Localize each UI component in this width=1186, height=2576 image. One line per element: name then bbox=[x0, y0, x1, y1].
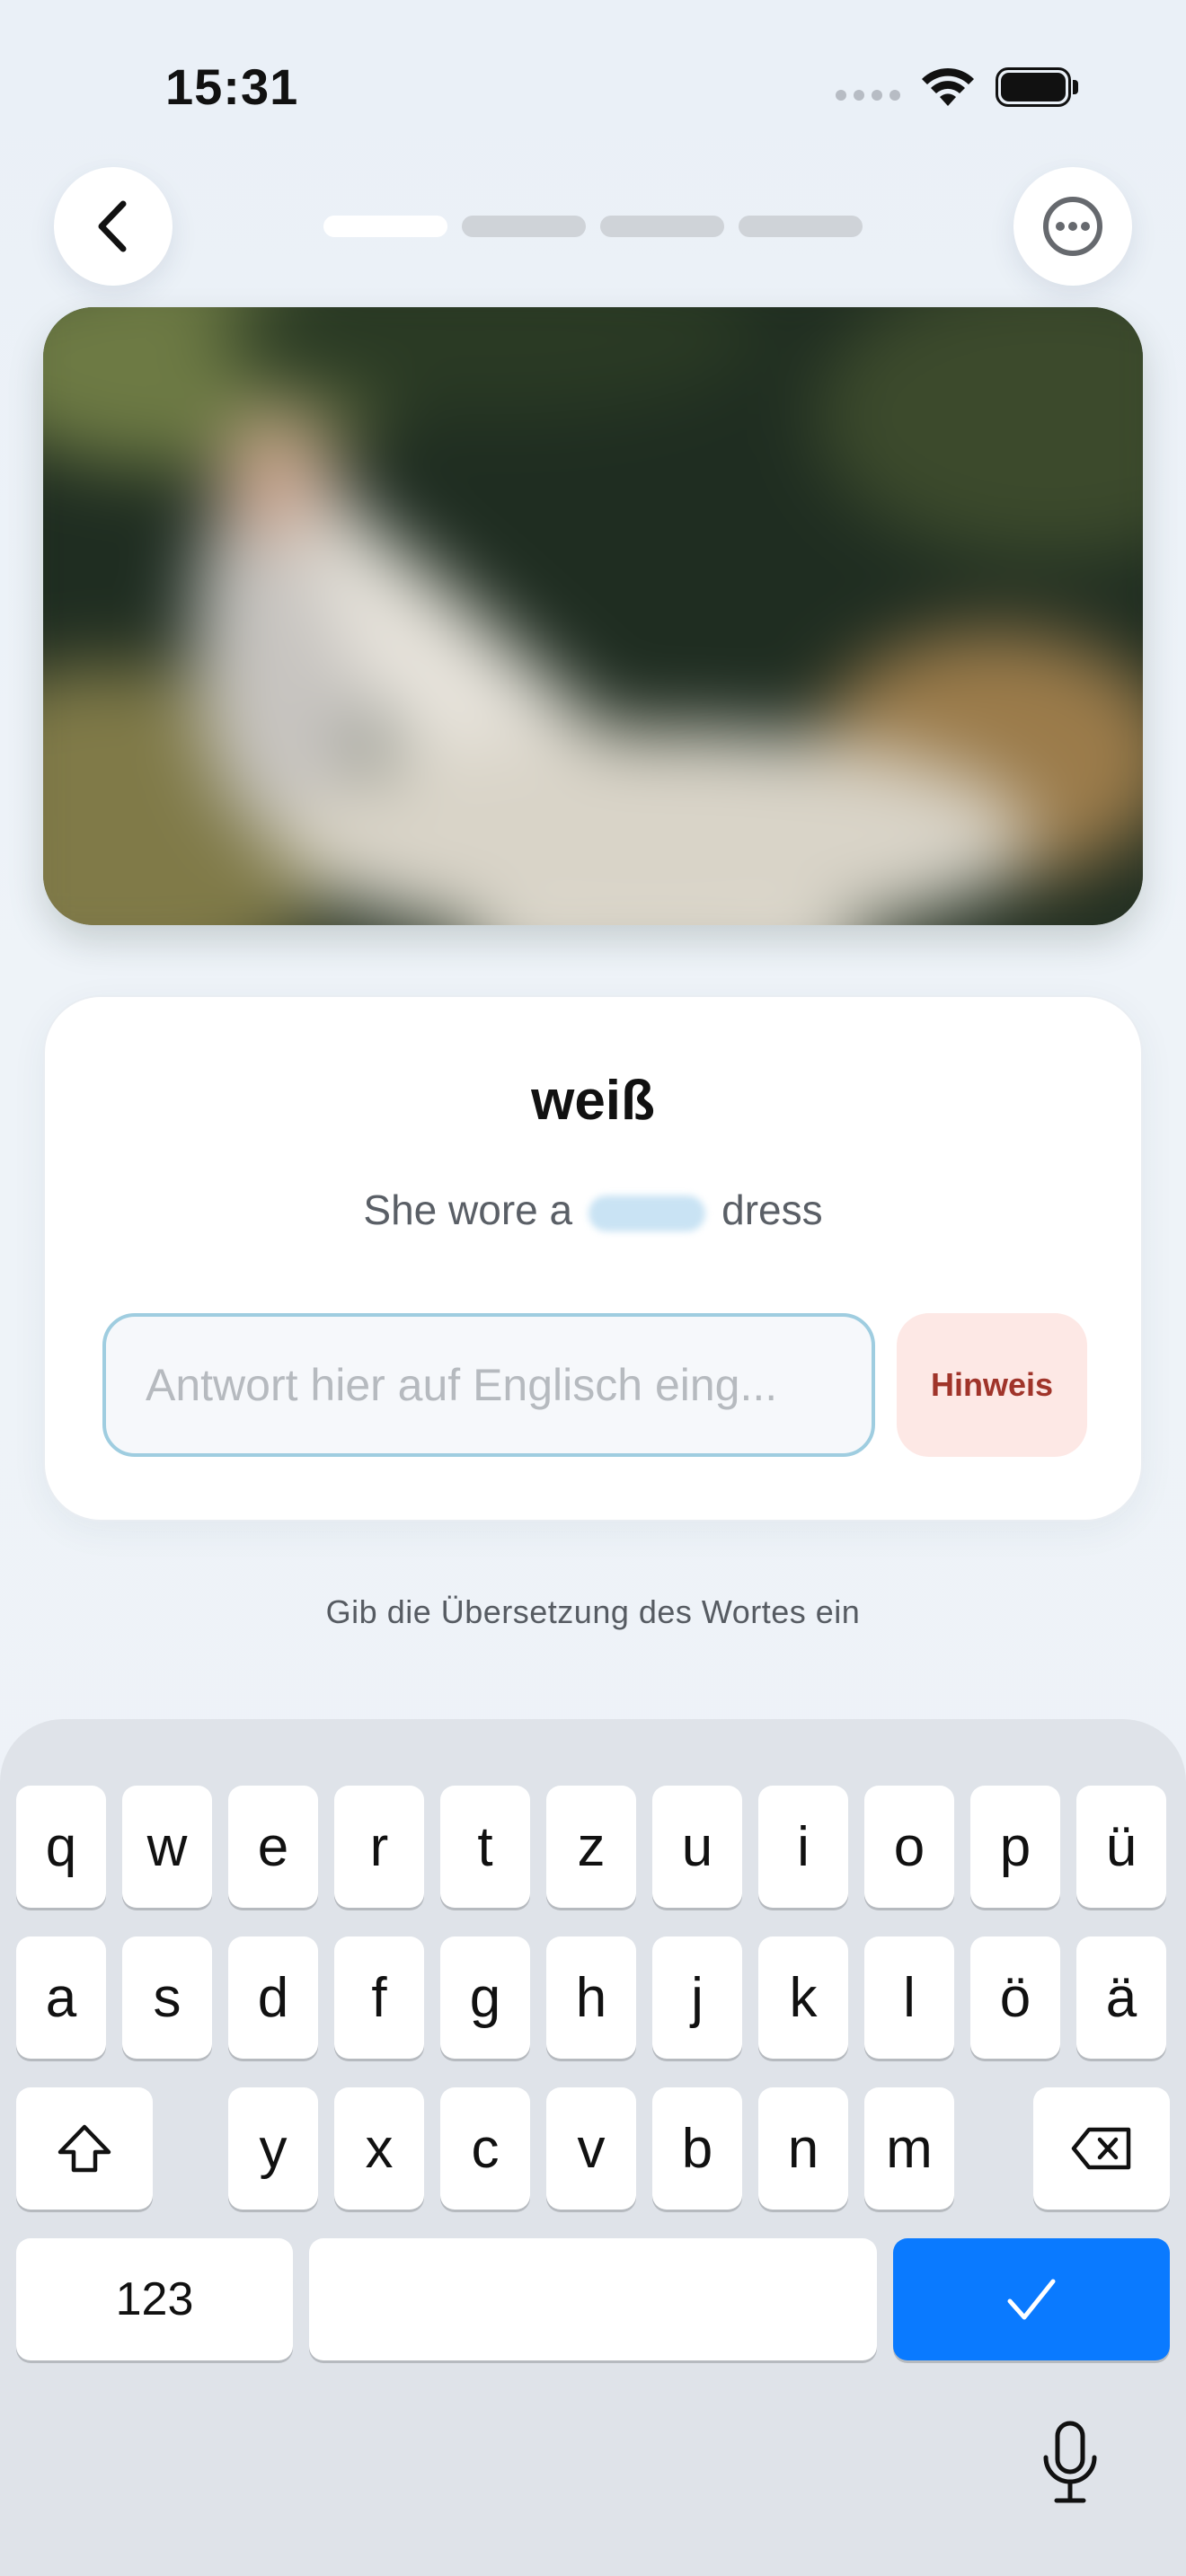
progress-segment bbox=[323, 216, 447, 237]
backspace-icon bbox=[1071, 2127, 1131, 2170]
back-chevron-icon bbox=[98, 200, 127, 252]
key-q[interactable]: q bbox=[16, 1786, 106, 1908]
key-m[interactable]: m bbox=[864, 2087, 954, 2210]
key-w[interactable]: w bbox=[122, 1786, 212, 1908]
sentence-start: She wore a bbox=[363, 1187, 573, 1233]
key-y[interactable]: y bbox=[228, 2087, 318, 2210]
key-x[interactable]: x bbox=[334, 2087, 424, 2210]
key-o[interactable]: o bbox=[864, 1786, 954, 1908]
space-key[interactable] bbox=[309, 2238, 877, 2360]
key-d[interactable]: d bbox=[228, 1936, 318, 2059]
key-p[interactable]: p bbox=[970, 1786, 1060, 1908]
progress-segment bbox=[462, 216, 586, 237]
key-b[interactable]: b bbox=[652, 2087, 742, 2210]
blurred-photo-content bbox=[43, 307, 1143, 925]
key-c[interactable]: c bbox=[440, 2087, 530, 2210]
shift-key[interactable] bbox=[16, 2087, 153, 2210]
quiz-card: weiß She wore a dress Hinweis bbox=[43, 995, 1143, 1522]
keyboard: q w e r t z u i o p ü a s d f g h j k l … bbox=[0, 1719, 1186, 2576]
more-options-button[interactable] bbox=[1013, 167, 1132, 286]
sentence-blank bbox=[589, 1195, 706, 1231]
key-a-umlaut[interactable]: ä bbox=[1076, 1936, 1166, 2059]
hint-button[interactable]: Hinweis bbox=[897, 1313, 1087, 1457]
key-n[interactable]: n bbox=[758, 2087, 848, 2210]
key-z[interactable]: z bbox=[546, 1786, 636, 1908]
battery-icon bbox=[996, 67, 1078, 107]
lesson-progress-bar bbox=[323, 216, 863, 237]
status-icons bbox=[836, 65, 1078, 110]
key-g[interactable]: g bbox=[440, 1936, 530, 2059]
progress-segment bbox=[600, 216, 724, 237]
example-sentence: She wore a dress bbox=[45, 1186, 1141, 1234]
key-l[interactable]: l bbox=[864, 1936, 954, 2059]
hint-photo bbox=[43, 307, 1143, 925]
microphone-icon[interactable] bbox=[1040, 2420, 1100, 2506]
key-r[interactable]: r bbox=[334, 1786, 424, 1908]
key-i[interactable]: i bbox=[758, 1786, 848, 1908]
target-word: weiß bbox=[531, 1070, 655, 1132]
key-h[interactable]: h bbox=[546, 1936, 636, 2059]
key-u[interactable]: u bbox=[652, 1786, 742, 1908]
key-u-umlaut[interactable]: ü bbox=[1076, 1786, 1166, 1908]
wifi-icon bbox=[922, 67, 974, 106]
instruction-text: Gib die Übersetzung des Wortes ein bbox=[325, 1593, 861, 1630]
checkmark-icon bbox=[1007, 2279, 1056, 2320]
key-s[interactable]: s bbox=[122, 1936, 212, 2059]
key-v[interactable]: v bbox=[546, 2087, 636, 2210]
key-t[interactable]: t bbox=[440, 1786, 530, 1908]
numbers-key[interactable]: 123 bbox=[16, 2238, 293, 2360]
submit-key[interactable] bbox=[893, 2238, 1170, 2360]
shift-icon bbox=[58, 2124, 111, 2173]
key-f[interactable]: f bbox=[334, 1936, 424, 2059]
key-a[interactable]: a bbox=[16, 1936, 106, 2059]
backspace-key[interactable] bbox=[1033, 2087, 1170, 2210]
answer-input[interactable] bbox=[102, 1313, 875, 1457]
key-k[interactable]: k bbox=[758, 1936, 848, 2059]
back-button[interactable] bbox=[54, 167, 173, 286]
cellular-signal-icon bbox=[836, 90, 900, 101]
key-j[interactable]: j bbox=[652, 1936, 742, 2059]
key-o-umlaut[interactable]: ö bbox=[970, 1936, 1060, 2059]
progress-segment bbox=[739, 216, 863, 237]
status-time: 15:31 bbox=[165, 58, 299, 115]
more-ellipsis-icon bbox=[1043, 197, 1102, 256]
sentence-end: dress bbox=[721, 1187, 823, 1233]
key-e[interactable]: e bbox=[228, 1786, 318, 1908]
